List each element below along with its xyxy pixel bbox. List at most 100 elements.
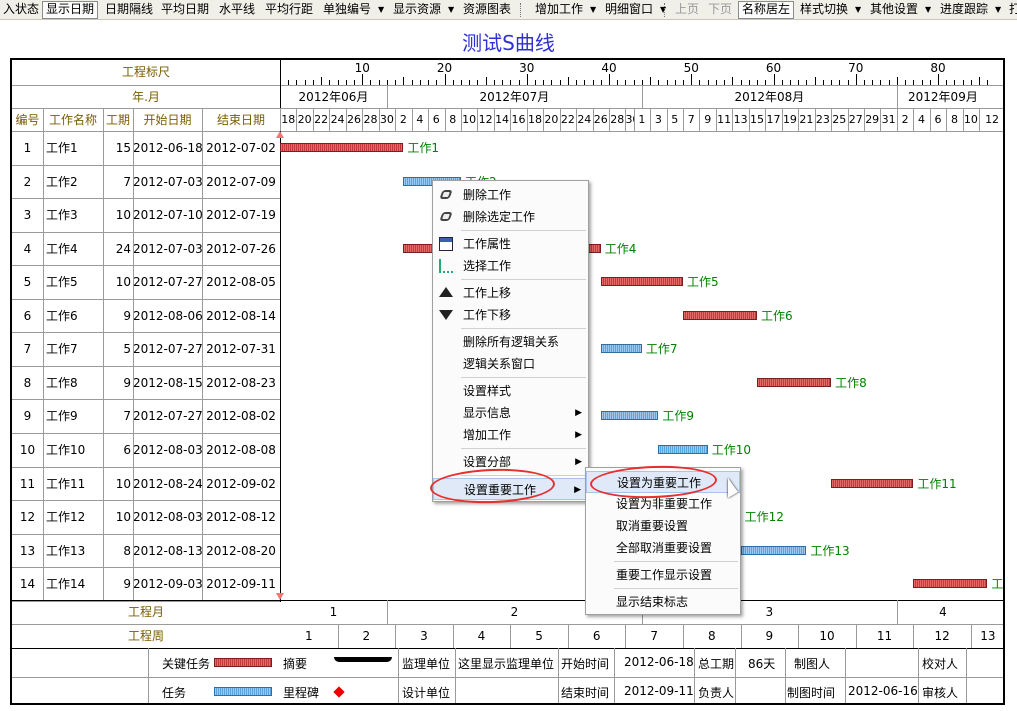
task-bar[interactable] <box>658 444 708 454</box>
toolbar-button-13[interactable]: 名称居左 <box>738 1 795 19</box>
ruler-tick <box>715 80 717 85</box>
toolbar-button-4[interactable]: 水平线 <box>216 1 258 19</box>
task-id: 12 <box>19 510 36 525</box>
dropdown-arrow-icon[interactable]: ▼ <box>590 1 596 19</box>
menu-item-3[interactable]: 全部取消重要设置 <box>586 537 740 559</box>
ruler-tick <box>345 80 347 85</box>
toolbar: 入状态 显示日期 日期隔线 平均日期 水平线 平均行距 单独编号 ▼ 显示资源 ▼ 资源图表 增加工作… <box>0 0 1017 20</box>
ruler-tick <box>806 80 808 85</box>
task-bar[interactable] <box>683 310 758 320</box>
column-header-0[interactable]: 编号 <box>12 112 43 128</box>
toolbar-separator <box>520 3 521 17</box>
ruler-number: 60 <box>765 61 782 75</box>
task-bar[interactable] <box>600 277 684 287</box>
column-header-3[interactable]: 开始日期 <box>133 112 202 128</box>
task-row[interactable]: 7 工作7 5 2012-07-27 2012-07-31 <box>12 332 280 366</box>
task-bar[interactable] <box>757 377 832 387</box>
task-row[interactable]: 1 工作1 15 2012-06-18 2012-07-02 <box>12 131 280 165</box>
task-row[interactable]: 12 工作12 10 2012-08-03 2012-08-12 <box>12 500 280 534</box>
menu-item-12[interactable]: 设置样式 <box>433 380 588 402</box>
day-cell: 13 <box>733 113 748 126</box>
menu-item-6[interactable]: 工作上移 <box>433 282 588 304</box>
toolbar-button-10[interactable]: 明细窗口 <box>602 1 656 19</box>
task-start-date: 2012-07-10 <box>133 208 202 223</box>
dropdown-arrow-icon[interactable]: ▼ <box>995 1 1001 19</box>
toolbar-button-11[interactable]: 上页 <box>672 1 702 19</box>
legend-task-label: 任务 <box>162 686 187 700</box>
toolbar-button-15[interactable]: 其他设置 <box>867 1 921 19</box>
task-bar[interactable] <box>913 579 988 589</box>
task-row[interactable]: 6 工作6 9 2012-08-06 2012-08-14 <box>12 299 280 333</box>
menu-item-10[interactable]: 逻辑关系窗口 <box>433 353 588 375</box>
column-header-1[interactable]: 工作名称 <box>43 112 103 128</box>
toolbar-button-3[interactable]: 平均日期 <box>158 1 212 19</box>
task-row[interactable]: 5 工作5 10 2012-07-27 2012-08-05 <box>12 265 280 299</box>
toolbar-button-5[interactable]: 平均行距 <box>262 1 316 19</box>
task-bar[interactable] <box>600 344 642 354</box>
task-row[interactable]: 2 工作2 7 2012-07-03 2012-07-09 <box>12 165 280 199</box>
column-header-4[interactable]: 结束日期 <box>202 112 280 128</box>
toolbar-button-2[interactable]: 日期隔线 <box>102 1 156 19</box>
ruler-tick <box>814 77 816 85</box>
timeline-start-marker-icon <box>276 131 284 138</box>
task-row[interactable]: 4 工作4 24 2012-07-03 2012-07-26 <box>12 232 280 266</box>
task-row[interactable]: 14 工作14 9 2012-09-03 2012-09-11 <box>12 567 280 601</box>
toolbar-button-1[interactable]: 显示日期 <box>42 1 99 19</box>
select-icon <box>439 259 453 273</box>
toolbar-button-16[interactable]: 进度跟踪 <box>937 1 991 19</box>
task-name: 工作5 <box>46 275 78 290</box>
menu-item-2[interactable]: 取消重要设置 <box>586 515 740 537</box>
day-cell: 25 <box>832 113 847 126</box>
menu-item-0[interactable]: 删除工作 <box>433 184 588 206</box>
task-end-date: 2012-08-23 <box>206 375 276 390</box>
dropdown-arrow-icon[interactable]: ▼ <box>448 1 454 19</box>
toolbar-button-9[interactable]: 增加工作 <box>532 1 586 19</box>
menu-item-13[interactable]: 显示信息 ▶ <box>433 402 588 424</box>
ruler-tick <box>534 80 536 85</box>
task-row[interactable]: 3 工作3 10 2012-07-10 2012-07-19 <box>12 198 280 232</box>
task-start-date: 2012-07-27 <box>133 275 202 290</box>
ruler-tick <box>970 80 972 85</box>
menu-item-7[interactable]: 工作下移 <box>433 304 588 326</box>
ruler-tick <box>650 77 652 85</box>
task-bar[interactable] <box>280 143 404 152</box>
menu-item-1[interactable]: 删除选定工作 <box>433 206 588 228</box>
dropdown-arrow-icon[interactable]: ▼ <box>378 1 384 19</box>
task-bar[interactable] <box>740 545 807 555</box>
task-row[interactable]: 13 工作13 8 2012-08-13 2012-08-20 <box>12 534 280 568</box>
task-duration: 6 <box>123 442 131 457</box>
dropdown-arrow-icon[interactable]: ▼ <box>925 1 931 19</box>
column-header-2[interactable]: 工期 <box>103 112 133 128</box>
move-down-icon <box>439 310 453 320</box>
task-row[interactable]: 10 工作10 6 2012-08-03 2012-08-08 <box>12 433 280 467</box>
menu-item-4[interactable]: 选择工作 <box>433 255 588 277</box>
legend-summary-label: 摘要 <box>283 657 308 671</box>
menu-item-9[interactable]: 删除所有逻辑关系 <box>433 331 588 353</box>
toolbar-button-12[interactable]: 下页 <box>705 1 735 19</box>
ruler-tick <box>304 80 306 85</box>
toolbar-button-6[interactable]: 单独编号 <box>320 1 374 19</box>
dropdown-arrow-icon[interactable]: ▼ <box>855 1 861 19</box>
task-name: 工作4 <box>46 241 78 256</box>
menu-item-3[interactable]: 工作属性 <box>433 233 588 255</box>
task-row[interactable]: 8 工作8 9 2012-08-15 2012-08-23 <box>12 366 280 400</box>
toolbar-button-8[interactable]: 资源图表 <box>460 1 514 19</box>
toolbar-button-0[interactable]: 入状态 <box>0 1 42 19</box>
toolbar-button-17[interactable]: 打 <box>1006 1 1017 19</box>
task-id: 9 <box>23 409 32 424</box>
toolbar-button-7[interactable]: 显示资源 <box>390 1 444 19</box>
day-cell: 4 <box>416 113 424 126</box>
day-cell: 17 <box>766 113 781 126</box>
toolbar-button-14[interactable]: 样式切换 <box>797 1 851 19</box>
task-row[interactable]: 9 工作9 7 2012-07-27 2012-08-02 <box>12 399 280 433</box>
draw-time-label: 制图时间 <box>787 686 836 700</box>
menu-item-7[interactable]: 显示结束标志 <box>586 591 740 613</box>
menu-item-14[interactable]: 增加工作 ▶ <box>433 424 588 446</box>
task-bar[interactable] <box>831 478 914 488</box>
task-row[interactable]: 11 工作11 10 2012-08-24 2012-09-02 <box>12 467 280 501</box>
drawer-label: 制图人 <box>794 657 831 671</box>
menu-item-5[interactable]: 重要工作显示设置 <box>586 564 740 586</box>
task-bar[interactable] <box>600 411 659 421</box>
checker-label: 校对人 <box>922 657 959 671</box>
supervision-value: 这里显示监理单位 <box>458 657 555 671</box>
